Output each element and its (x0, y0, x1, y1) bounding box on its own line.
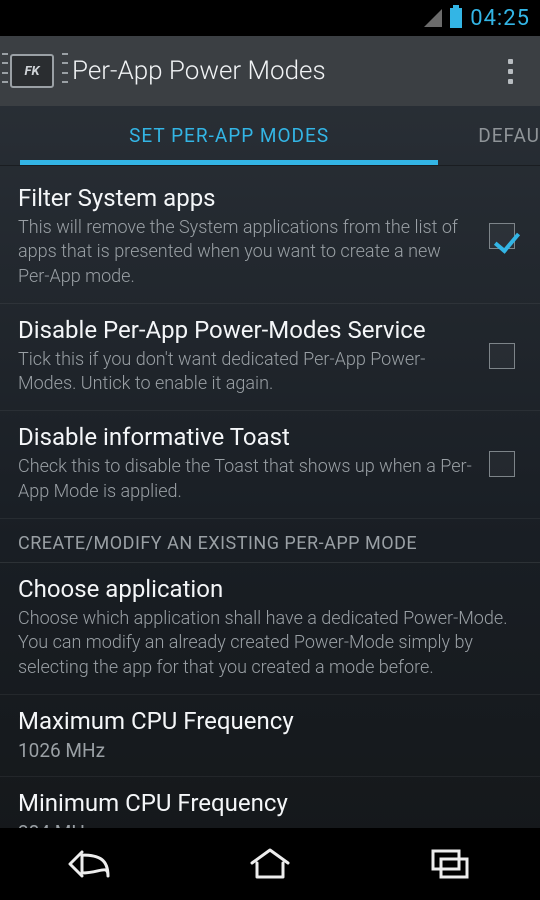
setting-desc: Tick this if you don't want dedicated Pe… (18, 348, 472, 397)
status-time: 04:25 (470, 6, 530, 31)
back-icon (68, 846, 112, 882)
setting-filter-system-apps[interactable]: Filter System apps This will remove the … (0, 172, 540, 304)
setting-title: Maximum CPU Frequency (18, 707, 512, 735)
nav-home-button[interactable] (210, 839, 330, 889)
setting-title: Filter System apps (18, 184, 472, 212)
checkbox-icon[interactable] (489, 223, 515, 249)
checkbox-icon[interactable] (489, 451, 515, 477)
setting-min-cpu-frequency[interactable]: Minimum CPU Frequency 384 MHz (0, 777, 540, 828)
setting-max-cpu-frequency[interactable]: Maximum CPU Frequency 1026 MHz (0, 695, 540, 777)
setting-title: Disable Per-App Power-Modes Service (18, 316, 472, 344)
signal-icon (424, 9, 442, 27)
setting-desc: This will remove the System applications… (18, 216, 472, 289)
action-bar: FK Per-App Power Modes (0, 36, 540, 106)
battery-icon (450, 8, 462, 28)
setting-title: Minimum CPU Frequency (18, 789, 512, 817)
tab-defaults[interactable]: DEFAU (458, 106, 540, 165)
setting-value: 384 MHz (18, 821, 512, 828)
checkbox-icon[interactable] (489, 343, 515, 369)
nav-back-button[interactable] (30, 839, 150, 889)
tab-set-per-app-modes[interactable]: SET PER-APP MODES (0, 106, 458, 165)
setting-disable-toast[interactable]: Disable informative Toast Check this to … (0, 411, 540, 519)
app-icon[interactable]: FK (10, 51, 60, 91)
overflow-menu-button[interactable] (490, 59, 530, 84)
setting-title: Disable informative Toast (18, 423, 472, 451)
navigation-bar (0, 828, 540, 900)
home-icon (248, 847, 292, 881)
nav-recent-button[interactable] (390, 839, 510, 889)
setting-desc: Choose which application shall have a de… (18, 607, 512, 680)
recent-apps-icon (430, 848, 470, 880)
overflow-icon (508, 59, 513, 64)
setting-choose-application[interactable]: Choose application Choose which applicat… (0, 563, 540, 695)
setting-disable-service[interactable]: Disable Per-App Power-Modes Service Tick… (0, 304, 540, 412)
tab-label: SET PER-APP MODES (129, 124, 329, 147)
settings-list[interactable]: Filter System apps This will remove the … (0, 166, 540, 828)
section-header-create-modify: CREATE/MODIFY AN EXISTING PER-APP MODE (0, 519, 540, 563)
setting-desc: Check this to disable the Toast that sho… (18, 455, 472, 504)
tab-label: DEFAU (478, 124, 540, 147)
status-bar: 04:25 (0, 0, 540, 36)
tab-bar: SET PER-APP MODES DEFAU (0, 106, 540, 166)
setting-title: Choose application (18, 575, 512, 603)
app-icon-label: FK (25, 64, 40, 79)
page-title: Per-App Power Modes (72, 56, 490, 86)
setting-value: 1026 MHz (18, 739, 512, 762)
